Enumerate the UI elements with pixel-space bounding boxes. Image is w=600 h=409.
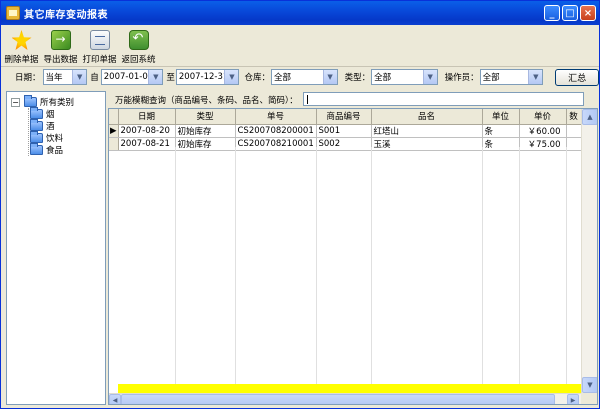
- summary-row: [118, 384, 581, 393]
- column-header-unit[interactable]: 单位: [482, 109, 520, 125]
- from-label: 自: [90, 73, 99, 83]
- scroll-down-icon[interactable]: ▼: [582, 377, 597, 393]
- filter-bar: 日期： 当年 ▼ 自 2007-01-01 ▼ 至 2007-12-31 ▼ 仓…: [1, 67, 599, 87]
- search-input[interactable]: [303, 92, 584, 106]
- table-header: 日期 类型 单号 商品编号 品名 单位 单价 数: [109, 109, 582, 125]
- start-date-value: 2007-01-01: [103, 72, 154, 82]
- chevron-down-icon: ▼: [224, 70, 239, 84]
- return-icon: [128, 30, 149, 50]
- return-system-label: 返回系统: [121, 55, 156, 65]
- tree-node-label: 烟: [46, 110, 55, 120]
- end-date-picker[interactable]: 2007-12-31 ▼: [175, 69, 240, 85]
- minimize-button[interactable]: _: [544, 5, 560, 21]
- return-system-button[interactable]: 返回系统: [119, 25, 158, 66]
- folder-icon: [30, 107, 43, 119]
- cell-date[interactable]: 2007-08-20: [118, 124, 176, 138]
- window-title: 其它库存变动报表: [24, 9, 108, 21]
- warehouse-value: 全部: [273, 73, 291, 83]
- operator-label: 操作员：: [444, 73, 479, 83]
- tree-root-label: 所有类别: [40, 98, 75, 108]
- chevron-down-icon: ▼: [148, 70, 163, 84]
- table-row[interactable]: ▶ 2007-08-20 初始库存 CS200708200001 S001 红塔…: [109, 124, 582, 138]
- delete-document-button[interactable]: 删除单据: [2, 25, 41, 66]
- scroll-left-icon[interactable]: ◀: [109, 394, 121, 404]
- export-icon: [50, 30, 71, 50]
- summary-button[interactable]: 汇总: [555, 68, 599, 86]
- date-label: 日期：: [15, 73, 41, 83]
- chevron-down-icon: ▼: [422, 70, 437, 84]
- close-button[interactable]: ×: [580, 5, 596, 21]
- cell-unit[interactable]: 条: [482, 124, 520, 138]
- type-label: 类型：: [344, 73, 371, 83]
- app-window: 其它库存变动报表 _ □ × 删除单据 导出数据 打印单据 返回系统 日期： 当…: [0, 0, 600, 409]
- type-select[interactable]: 全部 ▼: [371, 69, 438, 85]
- horizontal-scroll-thumb[interactable]: [121, 394, 555, 404]
- folder-icon: [30, 131, 43, 143]
- cell-quantity[interactable]: [566, 124, 582, 138]
- tree-node-label: 食品: [46, 146, 64, 156]
- export-data-button[interactable]: 导出数据: [41, 25, 80, 66]
- column-header-quantity[interactable]: 数: [566, 109, 582, 125]
- maximize-button[interactable]: □: [562, 5, 578, 21]
- print-icon: [89, 30, 110, 50]
- type-value: 全部: [374, 73, 392, 83]
- vertical-scrollbar[interactable]: ▲ ▼: [581, 109, 597, 393]
- period-value: 当年: [45, 73, 63, 83]
- end-date-value: 2007-12-31: [178, 72, 229, 82]
- column-header-price[interactable]: 单价: [519, 109, 567, 125]
- report-icon: [6, 6, 20, 20]
- start-date-picker[interactable]: 2007-01-01 ▼: [100, 69, 164, 85]
- grid-empty-area: [109, 147, 581, 392]
- column-header-date[interactable]: 日期: [118, 109, 176, 125]
- title-bar[interactable]: 其它库存变动报表 _ □ ×: [1, 1, 599, 25]
- cell-price[interactable]: ￥60.00: [519, 124, 567, 138]
- column-header-type[interactable]: 类型: [175, 109, 236, 125]
- search-label: 万能模糊查询（商品编号、条码、品名、简码）：: [115, 95, 298, 106]
- period-select[interactable]: 当年 ▼: [42, 69, 88, 85]
- chevron-down-icon: ▼: [72, 70, 87, 84]
- print-document-button[interactable]: 打印单据: [80, 25, 119, 66]
- cell-product-name[interactable]: 红塔山: [371, 124, 483, 138]
- warehouse-select[interactable]: 全部 ▼: [270, 69, 338, 85]
- column-header-product-name[interactable]: 品名: [371, 109, 483, 125]
- scroll-right-icon[interactable]: ▶: [567, 394, 579, 404]
- export-data-label: 导出数据: [43, 55, 78, 65]
- cell-product-code[interactable]: S001: [316, 124, 372, 138]
- tree-node-root[interactable]: − 所有类别: [11, 95, 75, 108]
- cell-order-no[interactable]: CS200708200001: [235, 124, 317, 138]
- category-tree: − 所有类别 烟 酒 饮料 食品: [6, 91, 106, 405]
- cell-type[interactable]: 初始库存: [175, 124, 236, 138]
- operator-select[interactable]: 全部 ▼: [479, 69, 544, 85]
- column-header-order-no[interactable]: 单号: [235, 109, 317, 125]
- to-label: 至: [166, 73, 175, 83]
- tree-node-food[interactable]: 食品: [30, 143, 64, 156]
- current-row-icon: ▶: [109, 124, 119, 138]
- toolbar: 删除单据 导出数据 打印单据 返回系统: [1, 25, 599, 67]
- print-document-label: 打印单据: [82, 55, 117, 65]
- scrollbar-corner: [581, 393, 597, 404]
- records-table: 日期 类型 单号 商品编号 品名 单位 单价 数 ▶ 2007-08-20 初始…: [109, 109, 582, 151]
- warehouse-label: 仓库：: [244, 73, 270, 83]
- scroll-up-icon[interactable]: ▲: [582, 109, 597, 125]
- folder-icon: [30, 143, 43, 155]
- row-indicator-header: [109, 109, 119, 125]
- star-icon: [11, 30, 32, 50]
- data-grid: 日期 类型 单号 商品编号 品名 单位 单价 数 ▶ 2007-08-20 初始…: [108, 108, 598, 405]
- column-header-product-code[interactable]: 商品编号: [316, 109, 372, 125]
- operator-value: 全部: [482, 73, 500, 83]
- tree-node-label: 酒: [46, 122, 55, 132]
- chevron-down-icon: ▼: [322, 70, 337, 84]
- folder-icon: [30, 119, 43, 131]
- folder-icon: [24, 95, 37, 107]
- horizontal-scrollbar[interactable]: ◀ ▶: [109, 393, 581, 404]
- delete-document-label: 删除单据: [4, 55, 39, 65]
- chevron-down-icon: ▼: [528, 70, 543, 84]
- collapse-icon[interactable]: −: [11, 97, 20, 107]
- tree-node-label: 饮料: [46, 134, 64, 144]
- search-row: 万能模糊查询（商品编号、条码、品名、简码）：: [108, 91, 598, 108]
